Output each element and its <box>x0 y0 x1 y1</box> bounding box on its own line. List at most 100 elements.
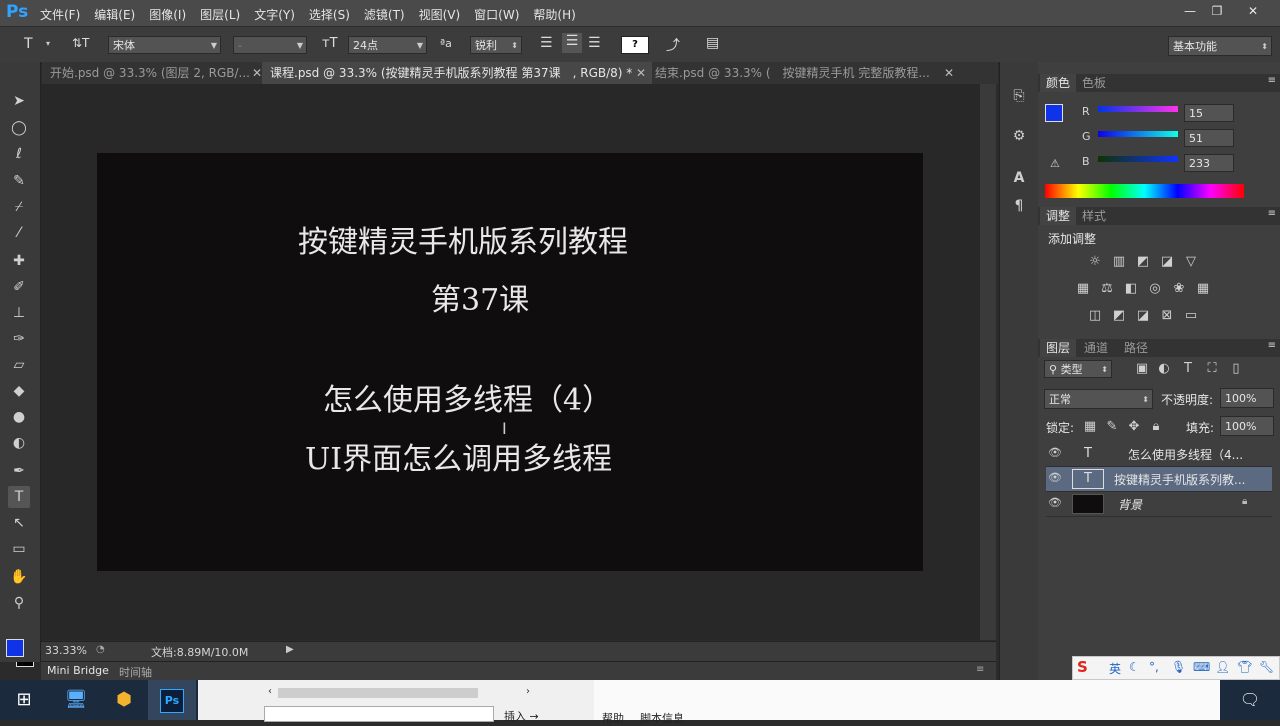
brush-tool-icon[interactable]: ✐ <box>8 276 30 298</box>
blue-value-field[interactable]: 233 <box>1184 154 1234 172</box>
eraser-tool-icon[interactable]: ▱ <box>8 354 30 376</box>
close-button[interactable]: ✕ <box>1238 2 1268 20</box>
align-right-icon[interactable]: ☰ <box>588 35 601 51</box>
fill-field[interactable]: 100% <box>1220 416 1274 436</box>
ime-tools-icon[interactable]: 🔧︎ <box>1259 660 1274 674</box>
text-orientation-icon[interactable]: ⇅T <box>72 36 89 50</box>
move-tool-icon[interactable]: ➤ <box>8 90 30 112</box>
posterize-icon[interactable]: ◩ <box>1111 308 1127 324</box>
sogou-logo[interactable]: S <box>1077 658 1088 676</box>
color-spectrum-bar[interactable] <box>1045 184 1244 198</box>
filter-smart-icon[interactable]: ▯ <box>1228 361 1244 377</box>
font-family-select[interactable]: 宋体 ▼ <box>108 36 221 54</box>
gamut-warning-icon[interactable]: ⚠ <box>1050 157 1060 170</box>
history-icon[interactable]: ⎘ <box>1010 88 1028 106</box>
eye-icon[interactable]: 👁︎ <box>1048 496 1062 509</box>
opacity-field[interactable]: 100% <box>1220 388 1274 408</box>
filter-shape-icon[interactable]: ⛶ <box>1204 361 1220 377</box>
eye-icon[interactable]: 👁︎ <box>1048 471 1062 484</box>
tab-course-psd[interactable]: 课程.psd @ 33.3% (按键精灵手机版系列教程 第37课 , RGB/8… <box>262 62 652 84</box>
blur-tool-icon[interactable]: ● <box>8 406 30 428</box>
text-color-swatch[interactable]: ? <box>621 36 649 54</box>
restore-button[interactable]: ❐ <box>1202 2 1232 20</box>
zoom-level[interactable]: 33.33% <box>45 644 87 657</box>
panel-menu-icon[interactable]: ≡ <box>1268 208 1276 219</box>
close-icon[interactable]: ✕ <box>944 62 954 84</box>
red-value-field[interactable]: 15 <box>1184 104 1234 122</box>
rectangle-tool-icon[interactable]: ▭ <box>8 538 30 560</box>
ime-shirt-icon[interactable]: 👕︎ <box>1237 660 1252 674</box>
tab-swatches[interactable]: 色板 <box>1076 74 1112 92</box>
photo-filter-icon[interactable]: ◎ <box>1147 281 1163 297</box>
threshold-icon[interactable]: ◪ <box>1135 308 1151 324</box>
blue-slider[interactable] <box>1098 156 1178 162</box>
lasso-tool-icon[interactable]: ℓ <box>8 143 30 165</box>
anti-alias-select[interactable]: 锐利 ⬍ <box>470 36 522 54</box>
green-slider[interactable] <box>1098 131 1178 137</box>
tool-presets-icon[interactable]: ⚙ <box>1010 128 1028 146</box>
healing-brush-icon[interactable]: ✚ <box>8 250 30 272</box>
app-icon-photoshop[interactable]: Ps <box>148 680 196 720</box>
paragraph-icon[interactable]: ¶ <box>1010 198 1028 216</box>
crop-tool-icon[interactable]: ⌿ <box>8 196 30 218</box>
panel-menu-icon[interactable]: ≡ <box>976 664 984 675</box>
panel-menu-icon[interactable]: ≡ <box>1268 75 1276 86</box>
tab-color[interactable]: 颜色 <box>1040 74 1077 92</box>
levels-icon[interactable]: ▥ <box>1111 254 1127 270</box>
horizontal-scrollbar[interactable] <box>278 688 478 698</box>
menu-window[interactable]: 窗口(W) <box>474 6 519 23</box>
layer-row[interactable]: 👁︎ T 怎么使用多线程（4... <box>1046 442 1272 467</box>
marquee-tool-icon[interactable]: ◯ <box>8 117 30 139</box>
path-select-icon[interactable]: ↖ <box>8 512 30 534</box>
ime-punct-icon[interactable]: °, <box>1149 660 1159 674</box>
tab-start-psd[interactable]: 开始.psd @ 33.3% (图层 2, RGB/... ✕ <box>42 62 268 84</box>
eyedropper-tool-icon[interactable]: ⁄ <box>8 222 30 244</box>
start-button[interactable]: ⊞ <box>0 680 48 720</box>
panel-menu-icon[interactable]: ≡ <box>1268 340 1276 351</box>
vertical-scrollbar[interactable] <box>980 84 996 640</box>
menu-file[interactable]: 文件(F) <box>40 6 80 23</box>
tab-channels[interactable]: 通道 <box>1078 339 1114 357</box>
tool-preset-dropdown-icon[interactable]: ▾ <box>46 39 50 48</box>
tab-adjustments[interactable]: 调整 <box>1040 207 1077 225</box>
vibrance-icon[interactable]: ▽ <box>1183 254 1199 270</box>
tab-paths[interactable]: 路径 <box>1118 339 1154 357</box>
color-foreground-swatch[interactable] <box>1045 104 1063 122</box>
channel-mixer-icon[interactable]: ❀ <box>1171 281 1187 297</box>
font-style-select[interactable]: - ▼ <box>233 36 307 54</box>
green-value-field[interactable]: 51 <box>1184 129 1234 147</box>
app-icon-browser[interactable]: ⬢ <box>100 680 148 720</box>
menu-image[interactable]: 图像(I) <box>149 6 186 23</box>
ime-moon-icon[interactable]: ☾ <box>1129 660 1140 674</box>
workspace-select[interactable]: 基本功能 ⬍ <box>1168 36 1272 56</box>
document-canvas[interactable]: 按键精灵手机版系列教程 第37课 怎么使用多线程（4） UI界面怎么调用多线程 … <box>97 153 923 571</box>
blend-mode-select[interactable]: 正常 ⬍ <box>1044 389 1153 409</box>
ime-mic-icon[interactable]: 🎙︎ <box>1171 660 1186 674</box>
tab-layers[interactable]: 图层 <box>1040 339 1077 357</box>
character-icon[interactable]: A <box>1010 170 1028 188</box>
layer-row[interactable]: 👁︎ T 按键精灵手机版系列教... <box>1046 467 1272 492</box>
foreground-color-swatch[interactable] <box>6 639 24 657</box>
align-left-icon[interactable]: ☰ <box>540 35 553 51</box>
close-icon[interactable]: ✕ <box>252 62 262 84</box>
tab-script-info[interactable]: 脚本信息 <box>640 710 684 726</box>
lock-all-icon[interactable]: 🔒︎ <box>1148 419 1164 435</box>
ime-skin-icon[interactable]: 👤︎ <box>1215 660 1230 674</box>
align-center-icon[interactable]: ☰ <box>562 33 582 53</box>
tab-styles[interactable]: 样式 <box>1076 207 1112 225</box>
close-icon[interactable]: ✕ <box>636 62 646 84</box>
scroll-left-arrow-icon[interactable]: ‹ <box>268 686 272 697</box>
menu-help[interactable]: 帮助(H) <box>533 6 575 23</box>
history-brush-icon[interactable]: ✑ <box>8 328 30 350</box>
canvas-subtitle2-text[interactable]: UI界面怎么调用多线程 <box>305 434 612 478</box>
red-slider[interactable] <box>1098 106 1178 112</box>
lock-pixels-icon[interactable]: ✎ <box>1104 419 1120 435</box>
app-icon-monitor[interactable]: 🖥︎ <box>52 680 100 720</box>
ime-chinese-icon[interactable]: 英 <box>1109 660 1121 677</box>
ime-keyboard-icon[interactable]: ⌨ <box>1193 660 1210 674</box>
canvas-lesson-text[interactable]: 第37课 <box>431 275 529 319</box>
paint-bucket-icon[interactable]: ◆ <box>8 380 30 402</box>
status-info-icon[interactable]: ◔ <box>96 644 105 655</box>
menu-layer[interactable]: 图层(L) <box>200 6 240 23</box>
hue-saturation-icon[interactable]: ▦ <box>1075 281 1091 297</box>
